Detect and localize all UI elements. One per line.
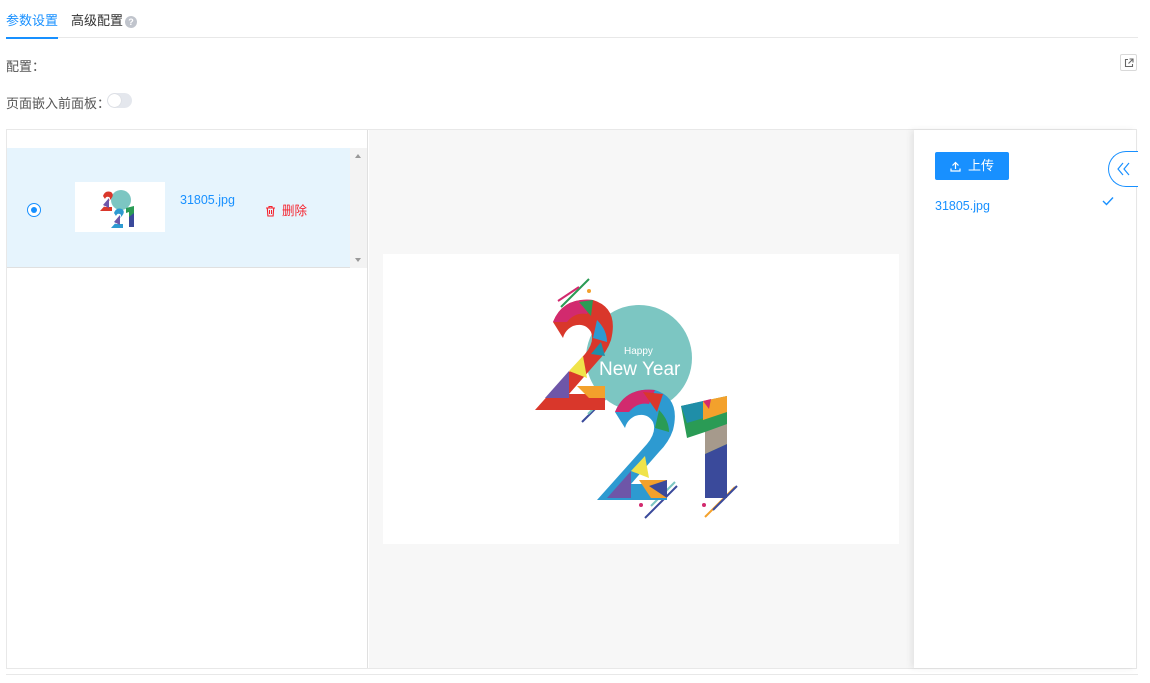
upload-pane: 上传 31805.jpg — [914, 130, 1138, 668]
tab-advanced-label: 高级配置 — [71, 13, 124, 28]
delete-button[interactable]: 删除 — [265, 200, 307, 219]
double-chevron-left-icon — [1117, 162, 1130, 176]
external-link-icon — [1124, 58, 1134, 68]
config-label: 配置： — [6, 59, 46, 74]
file-select-radio[interactable] — [27, 203, 41, 217]
image-text-new-year: New Year — [599, 359, 681, 380]
file-list-pane: 31805.jpg 删除 — [7, 130, 368, 668]
tab-advanced[interactable]: 高级配置? — [71, 10, 138, 29]
scroll-down-icon[interactable] — [355, 258, 361, 262]
uploaded-file-link[interactable]: 31805.jpg — [935, 199, 990, 213]
file-list-scrollbar[interactable] — [350, 148, 367, 268]
upload-button[interactable]: 上传 — [935, 152, 1009, 180]
preview-pane: Happy New Year — [369, 130, 914, 668]
tab-params[interactable]: 参数设置 — [6, 10, 59, 39]
upload-icon — [950, 161, 961, 172]
file-name-link[interactable]: 31805.jpg — [180, 190, 236, 210]
help-icon[interactable]: ? — [125, 16, 138, 28]
check-icon — [1102, 197, 1114, 206]
scroll-up-icon[interactable] — [355, 154, 361, 158]
file-thumbnail — [75, 182, 165, 232]
embed-label: 页面嵌入前面板： — [6, 96, 111, 111]
collapse-button[interactable] — [1108, 151, 1138, 187]
image-text-happy: Happy — [624, 346, 653, 357]
upload-button-label: 上传 — [967, 158, 994, 173]
delete-label: 删除 — [282, 204, 308, 218]
trash-icon — [266, 205, 275, 217]
image-panel: 31805.jpg 删除 Happy New Year 上传 31805.jpg — [6, 129, 1138, 669]
embed-toggle[interactable] — [107, 93, 132, 108]
divider — [6, 674, 1138, 675]
list-item[interactable]: 31805.jpg 删除 — [7, 148, 350, 268]
preview-image: Happy New Year — [383, 254, 899, 544]
expand-button[interactable] — [1120, 54, 1137, 71]
tab-bar: 参数设置 高级配置? — [6, 0, 1138, 39]
